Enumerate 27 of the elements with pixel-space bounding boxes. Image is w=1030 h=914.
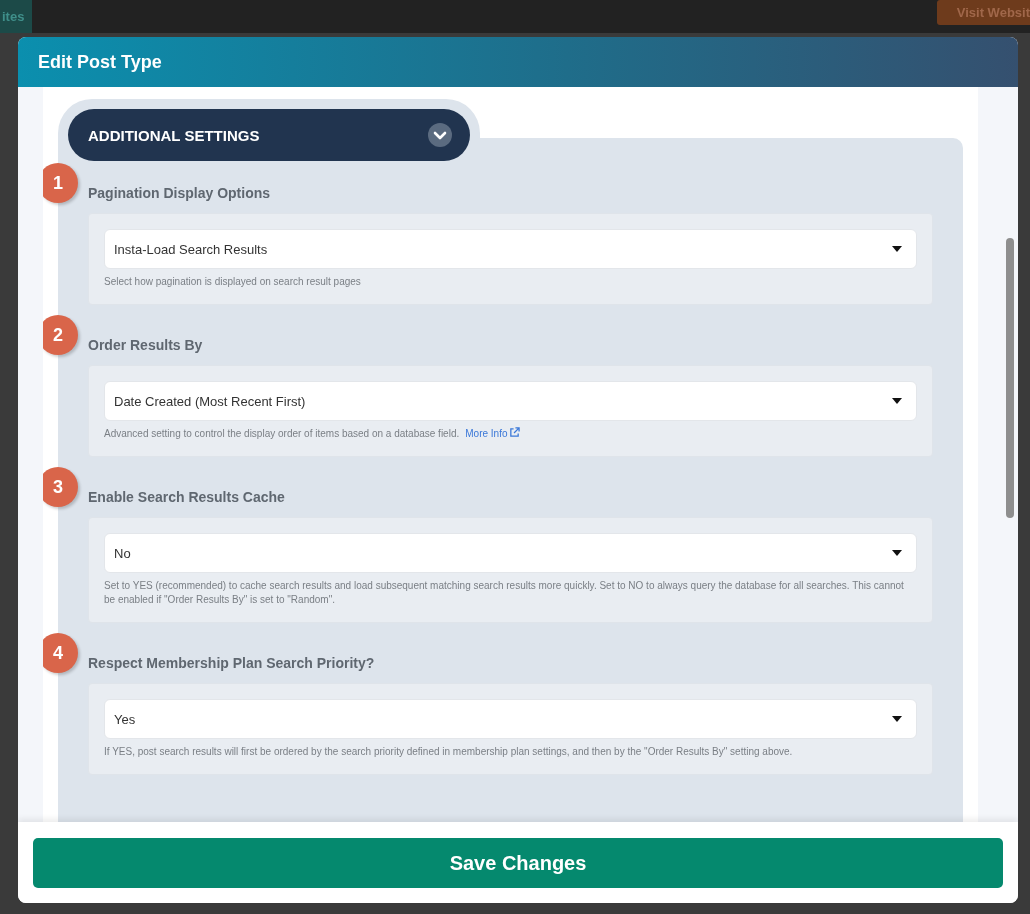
help-text: Select how pagination is displayed on search result pages	[104, 275, 362, 289]
help-text: Advanced setting to control the display order of items based on a database field. More Info	[104, 427, 917, 441]
setting-label: Enable Search Results Cache	[88, 488, 286, 507]
section-toggle[interactable]: ADDITIONAL SETTINGS	[68, 109, 470, 161]
caret-icon	[892, 550, 902, 556]
more-info-link[interactable]: More Info	[465, 428, 521, 439]
external-link-icon	[509, 427, 521, 438]
step-number: 1	[43, 163, 78, 203]
help-text: Set to YES (recommended) to cache search results and load subsequent matching search results more quickly. Set to NO to always query the database for all searches. This cannot be enabled if "Order Results By" is set to "Random".	[104, 579, 905, 607]
scrollbar[interactable]	[1006, 238, 1014, 518]
step-number: 2	[43, 315, 78, 355]
save-button[interactable]: Save Changes	[33, 838, 1003, 888]
chevron-down-icon	[428, 123, 452, 147]
setting-label: Respect Membership Plan Search Priority?	[88, 654, 376, 673]
modal-title: Edit Post Type	[18, 37, 1018, 87]
help-text: If YES, post search results will first be ordered by the search priority defined in membership plan settings, and then by the "Order Results By" setting above.	[104, 745, 794, 759]
step-number: 3	[43, 467, 78, 507]
select-field[interactable]: Yes	[104, 699, 917, 739]
setting-label: Pagination Display Options	[88, 184, 272, 203]
caret-icon	[892, 716, 902, 722]
step-number: 4	[43, 633, 78, 673]
select-field[interactable]: Insta-Load Search Results	[104, 229, 917, 269]
select-field[interactable]: Date Created (Most Recent First)	[104, 381, 917, 421]
setting-label: Order Results By	[88, 336, 204, 355]
select-field[interactable]: No	[104, 533, 917, 573]
caret-icon	[892, 398, 902, 404]
caret-icon	[892, 246, 902, 252]
